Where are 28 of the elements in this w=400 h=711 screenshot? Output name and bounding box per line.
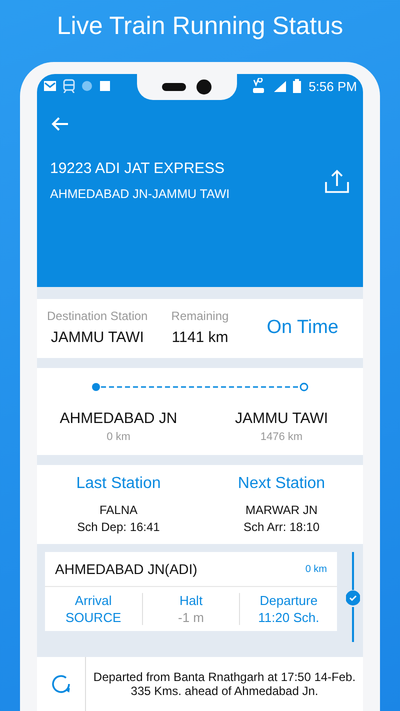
station-name: MARWAR JN [246,503,318,517]
stop-label: Departure [260,593,318,608]
station-distance: 1476 km [260,431,303,443]
update-message: Departed from Banta Rnathgarh at 17:50 14-Feb. 335 Kms. ahead of Ahmedabad Jn. [92,670,357,698]
stop-label: Arrival [74,593,112,608]
stop-value: SOURCE [66,610,122,625]
remaining-value: 1141 km [172,329,228,346]
destination-label: Destination Station [47,309,148,323]
status-text: On Time [266,316,339,338]
headline: Live Train Running Status [56,12,344,42]
remaining-label: Remaining [171,309,229,323]
station-name: FALNA [99,503,138,517]
stop-value: 11:20 Sch. [258,610,320,625]
status-time: 5:56 PM [308,78,357,94]
station-name: JAMMU TAWI [234,410,328,427]
destination-value: JAMMU TAWI [50,329,144,346]
station-label: Last Station [76,475,161,493]
scheduled-time: Sch Arr: 18:10 [243,520,320,534]
stop-name: AHMEDABAD JN(ADI) [55,561,198,577]
station-distance: 0 km [106,431,130,443]
scheduled-time: Sch Dep: 16:41 [77,520,160,534]
train-name: 19223 ADI JAT EXPRESS [50,160,226,177]
station-name: AHMEDABAD JN [60,410,178,427]
stop-distance: 0 km [305,564,327,574]
stop-value: -1 m [178,610,204,625]
station-label: Next Station [238,475,326,493]
stop-label: Halt [179,593,203,608]
train-route: AHMEDABAD JN-JAMMU TAWI [50,187,230,201]
